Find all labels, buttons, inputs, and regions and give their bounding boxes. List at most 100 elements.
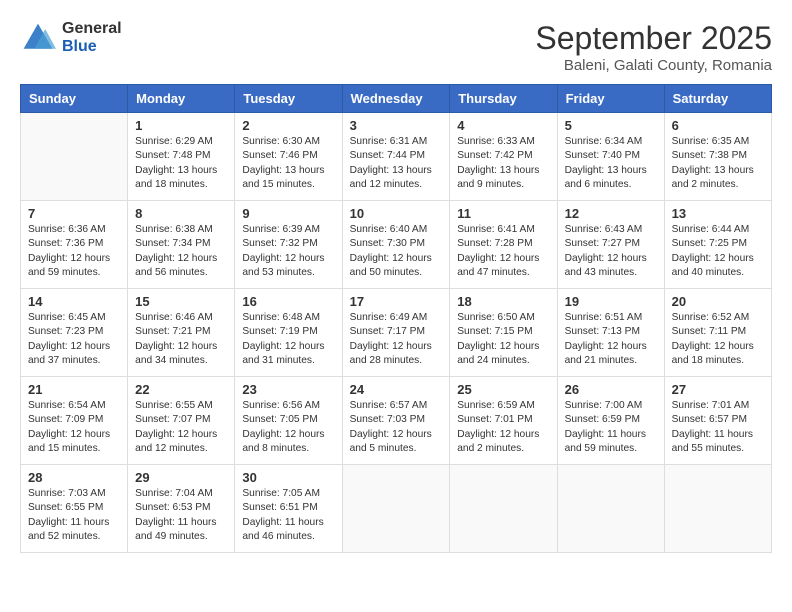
- calendar-cell: 8 Sunrise: 6:38 AMSunset: 7:34 PMDaylight…: [128, 201, 235, 289]
- weekday-header-wednesday: Wednesday: [342, 85, 450, 113]
- day-number: 17: [350, 294, 443, 309]
- calendar-cell: 29 Sunrise: 7:04 AMSunset: 6:53 PMDayligh…: [128, 465, 235, 553]
- week-row-4: 21 Sunrise: 6:54 AMSunset: 7:09 PMDayligh…: [21, 377, 772, 465]
- day-info: Sunrise: 6:38 AMSunset: 7:34 PMDaylight:…: [135, 223, 227, 280]
- calendar-cell: 30 Sunrise: 7:05 AMSunset: 6:51 PMDayligh…: [235, 465, 342, 553]
- day-info: Sunrise: 6:34 AMSunset: 7:40 PMDaylight:…: [565, 135, 657, 192]
- day-number: 11: [457, 206, 549, 221]
- day-number: 23: [242, 382, 334, 397]
- day-number: 28: [28, 470, 120, 485]
- weekday-header-row: SundayMondayTuesdayWednesdayThursdayFrid…: [21, 85, 772, 113]
- day-number: 8: [135, 206, 227, 221]
- day-number: 16: [242, 294, 334, 309]
- day-info: Sunrise: 6:50 AMSunset: 7:15 PMDaylight:…: [457, 311, 549, 368]
- calendar-cell: 19 Sunrise: 6:51 AMSunset: 7:13 PMDayligh…: [557, 289, 664, 377]
- day-info: Sunrise: 6:59 AMSunset: 7:01 PMDaylight:…: [457, 399, 549, 456]
- calendar-cell: 5 Sunrise: 6:34 AMSunset: 7:40 PMDaylight…: [557, 113, 664, 201]
- day-number: 4: [457, 118, 549, 133]
- day-info: Sunrise: 6:30 AMSunset: 7:46 PMDaylight:…: [242, 135, 334, 192]
- day-info: Sunrise: 7:00 AMSunset: 6:59 PMDaylight:…: [565, 399, 657, 456]
- week-row-3: 14 Sunrise: 6:45 AMSunset: 7:23 PMDayligh…: [21, 289, 772, 377]
- day-number: 7: [28, 206, 120, 221]
- location-title: Baleni, Galati County, Romania: [535, 57, 772, 74]
- calendar-cell: 17 Sunrise: 6:49 AMSunset: 7:17 PMDayligh…: [342, 289, 450, 377]
- day-info: Sunrise: 6:31 AMSunset: 7:44 PMDaylight:…: [350, 135, 443, 192]
- calendar-cell: 12 Sunrise: 6:43 AMSunset: 7:27 PMDayligh…: [557, 201, 664, 289]
- weekday-header-saturday: Saturday: [664, 85, 771, 113]
- day-info: Sunrise: 6:33 AMSunset: 7:42 PMDaylight:…: [457, 135, 549, 192]
- day-number: 15: [135, 294, 227, 309]
- day-number: 22: [135, 382, 227, 397]
- day-info: Sunrise: 6:49 AMSunset: 7:17 PMDaylight:…: [350, 311, 443, 368]
- day-info: Sunrise: 6:52 AMSunset: 7:11 PMDaylight:…: [672, 311, 764, 368]
- day-number: 26: [565, 382, 657, 397]
- day-number: 30: [242, 470, 334, 485]
- day-info: Sunrise: 6:56 AMSunset: 7:05 PMDaylight:…: [242, 399, 334, 456]
- calendar-cell: [450, 465, 557, 553]
- calendar-cell: 18 Sunrise: 6:50 AMSunset: 7:15 PMDayligh…: [450, 289, 557, 377]
- day-number: 1: [135, 118, 227, 133]
- logo-icon: [20, 20, 56, 56]
- day-number: 24: [350, 382, 443, 397]
- calendar-table: SundayMondayTuesdayWednesdayThursdayFrid…: [20, 84, 772, 553]
- day-number: 13: [672, 206, 764, 221]
- calendar-cell: [342, 465, 450, 553]
- calendar-cell: 14 Sunrise: 6:45 AMSunset: 7:23 PMDayligh…: [21, 289, 128, 377]
- day-info: Sunrise: 7:04 AMSunset: 6:53 PMDaylight:…: [135, 487, 227, 544]
- day-info: Sunrise: 6:57 AMSunset: 7:03 PMDaylight:…: [350, 399, 443, 456]
- day-info: Sunrise: 7:05 AMSunset: 6:51 PMDaylight:…: [242, 487, 334, 544]
- week-row-1: 1Sunrise: 6:29 AMSunset: 7:48 PMDaylight…: [21, 113, 772, 201]
- calendar-cell: 2 Sunrise: 6:30 AMSunset: 7:46 PMDaylight…: [235, 113, 342, 201]
- day-info: Sunrise: 7:01 AMSunset: 6:57 PMDaylight:…: [672, 399, 764, 456]
- day-info: Sunrise: 6:40 AMSunset: 7:30 PMDaylight:…: [350, 223, 443, 280]
- logo-blue-text: Blue: [62, 38, 122, 56]
- calendar-cell: 6Sunrise: 6:35 AMSunset: 7:38 PMDaylight…: [664, 113, 771, 201]
- calendar-cell: 7 Sunrise: 6:36 AMSunset: 7:36 PMDaylight…: [21, 201, 128, 289]
- day-info: Sunrise: 7:03 AMSunset: 6:55 PMDaylight:…: [28, 487, 120, 544]
- month-title: September 2025: [535, 20, 772, 57]
- day-info: Sunrise: 6:54 AMSunset: 7:09 PMDaylight:…: [28, 399, 120, 456]
- calendar-cell: 10 Sunrise: 6:40 AMSunset: 7:30 PMDayligh…: [342, 201, 450, 289]
- day-number: 20: [672, 294, 764, 309]
- calendar-cell: 26 Sunrise: 7:00 AMSunset: 6:59 PMDayligh…: [557, 377, 664, 465]
- day-number: 18: [457, 294, 549, 309]
- calendar-cell: 11Sunrise: 6:41 AMSunset: 7:28 PMDayligh…: [450, 201, 557, 289]
- calendar-cell: 4 Sunrise: 6:33 AMSunset: 7:42 PMDaylight…: [450, 113, 557, 201]
- day-number: 21: [28, 382, 120, 397]
- day-info: Sunrise: 6:55 AMSunset: 7:07 PMDaylight:…: [135, 399, 227, 456]
- day-number: 25: [457, 382, 549, 397]
- calendar-cell: [557, 465, 664, 553]
- logo-general-text: General: [62, 20, 122, 38]
- day-number: 3: [350, 118, 443, 133]
- calendar-cell: 25 Sunrise: 6:59 AMSunset: 7:01 PMDayligh…: [450, 377, 557, 465]
- weekday-header-thursday: Thursday: [450, 85, 557, 113]
- day-number: 29: [135, 470, 227, 485]
- calendar-cell: [664, 465, 771, 553]
- day-number: 27: [672, 382, 764, 397]
- day-number: 6: [672, 118, 764, 133]
- calendar-cell: 20 Sunrise: 6:52 AMSunset: 7:11 PMDayligh…: [664, 289, 771, 377]
- day-number: 2: [242, 118, 334, 133]
- day-number: 10: [350, 206, 443, 221]
- day-number: 14: [28, 294, 120, 309]
- weekday-header-monday: Monday: [128, 85, 235, 113]
- day-info: Sunrise: 6:45 AMSunset: 7:23 PMDaylight:…: [28, 311, 120, 368]
- day-info: Sunrise: 6:36 AMSunset: 7:36 PMDaylight:…: [28, 223, 120, 280]
- day-number: 19: [565, 294, 657, 309]
- calendar-cell: [21, 113, 128, 201]
- day-number: 9: [242, 206, 334, 221]
- weekday-header-tuesday: Tuesday: [235, 85, 342, 113]
- day-number: 12: [565, 206, 657, 221]
- calendar-cell: 9Sunrise: 6:39 AMSunset: 7:32 PMDaylight…: [235, 201, 342, 289]
- day-info: Sunrise: 6:46 AMSunset: 7:21 PMDaylight:…: [135, 311, 227, 368]
- day-number: 5: [565, 118, 657, 133]
- day-info: Sunrise: 6:43 AMSunset: 7:27 PMDaylight:…: [565, 223, 657, 280]
- calendar-cell: 15 Sunrise: 6:46 AMSunset: 7:21 PMDayligh…: [128, 289, 235, 377]
- weekday-header-friday: Friday: [557, 85, 664, 113]
- calendar-cell: 16Sunrise: 6:48 AMSunset: 7:19 PMDayligh…: [235, 289, 342, 377]
- title-area: September 2025 Baleni, Galati County, Ro…: [535, 20, 772, 74]
- week-row-2: 7 Sunrise: 6:36 AMSunset: 7:36 PMDaylight…: [21, 201, 772, 289]
- calendar-cell: 13Sunrise: 6:44 AMSunset: 7:25 PMDayligh…: [664, 201, 771, 289]
- calendar-cell: 27 Sunrise: 7:01 AMSunset: 6:57 PMDayligh…: [664, 377, 771, 465]
- day-info: Sunrise: 6:51 AMSunset: 7:13 PMDaylight:…: [565, 311, 657, 368]
